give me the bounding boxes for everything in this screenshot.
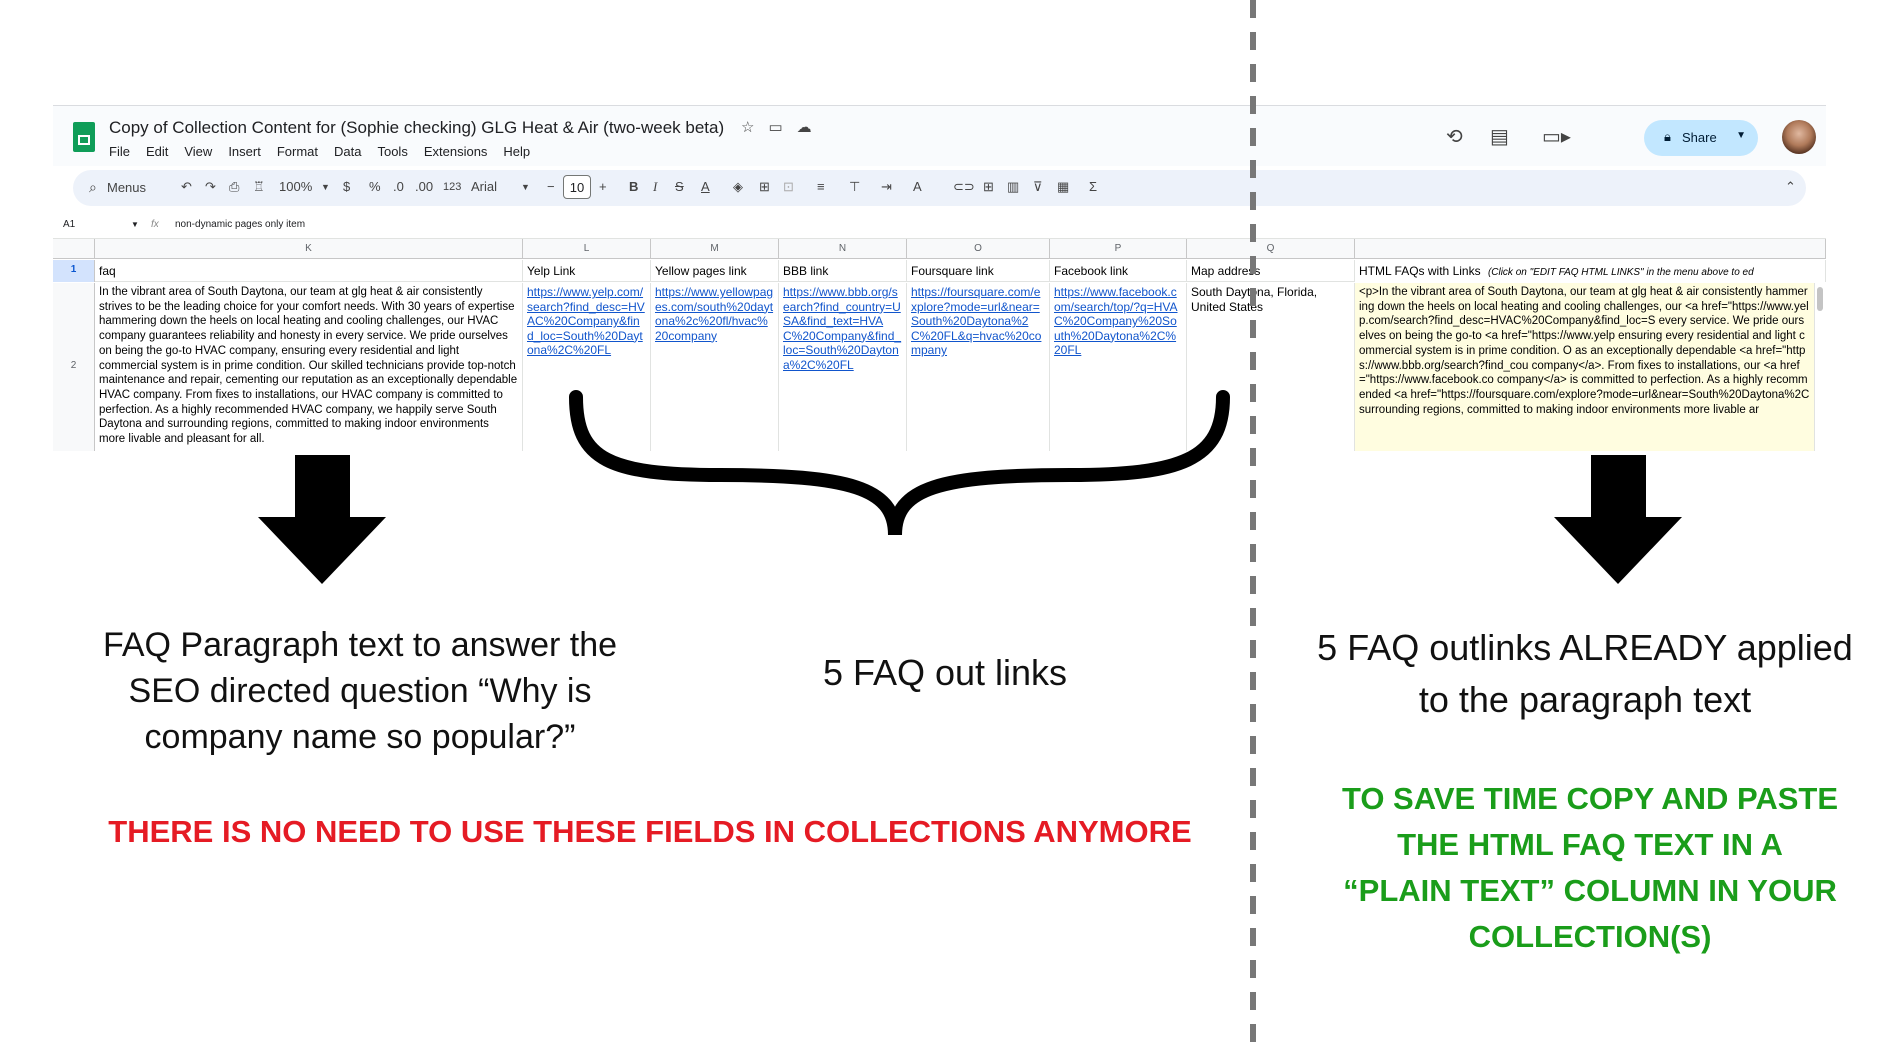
left-down-arrow-icon <box>258 455 386 584</box>
curly-brace-icon <box>569 390 1230 536</box>
red-notice: THERE IS NO NEED TO USE THESE FIELDS IN … <box>108 814 1192 849</box>
middle-caption: 5 FAQ out links <box>822 652 1068 693</box>
right-caption: 5 FAQ outlinks ALREADY applied to the pa… <box>1317 627 1853 720</box>
left-caption: FAQ Paragraph text to answer the SEO dir… <box>102 626 618 756</box>
green-notice: TO SAVE TIME COPY AND PASTE THE HTML FAQ… <box>1341 781 1839 954</box>
right-down-arrow-icon <box>1554 455 1682 584</box>
